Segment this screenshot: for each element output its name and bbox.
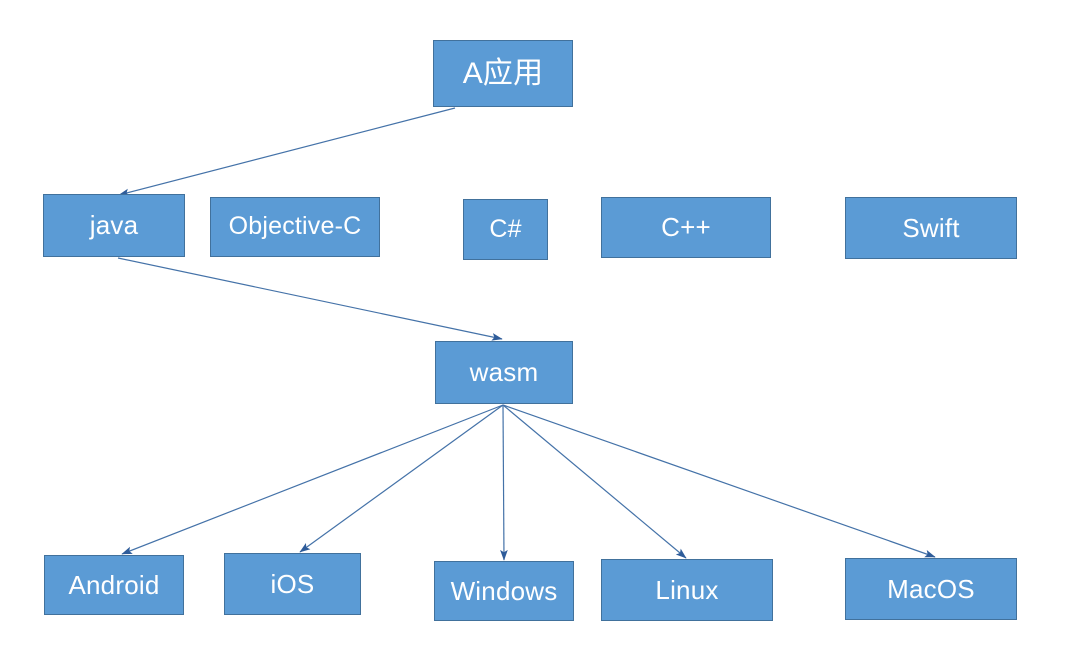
- node-csharp[interactable]: C#: [463, 199, 548, 260]
- node-swift-label: Swift: [902, 212, 960, 243]
- diagram-canvas: A应用 java Objective-C C# C++ Swift wasm Android i…: [0, 0, 1080, 661]
- node-wasm-label: wasm: [469, 357, 539, 388]
- node-linux-label: Linux: [655, 574, 719, 605]
- node-objective-c-label: Objective-C: [228, 212, 362, 241]
- node-java-label: java: [89, 210, 139, 241]
- edge-wasm-to-windows: [500, 404, 508, 561]
- edge-wasm-to-linux: [502, 404, 687, 559]
- node-java[interactable]: java: [43, 194, 185, 257]
- edge-wasm-to-android: [121, 404, 504, 555]
- node-a-application[interactable]: A应用: [433, 40, 573, 107]
- node-linux[interactable]: Linux: [601, 559, 773, 621]
- edge-java-to-wasm: [117, 257, 503, 341]
- node-swift[interactable]: Swift: [845, 197, 1017, 259]
- node-cplusplus[interactable]: C++: [601, 197, 771, 258]
- edge-app-to-java: [118, 107, 456, 197]
- node-android-label: Android: [68, 569, 160, 600]
- node-wasm[interactable]: wasm: [435, 341, 573, 404]
- node-cplusplus-label: C++: [661, 212, 711, 243]
- node-ios[interactable]: iOS: [224, 553, 361, 615]
- node-ios-label: iOS: [270, 568, 315, 599]
- edge-wasm-to-ios: [299, 404, 504, 553]
- edges-group: [117, 107, 936, 561]
- edge-wasm-to-macos: [502, 404, 936, 558]
- node-csharp-label: C#: [489, 214, 522, 243]
- node-objective-c[interactable]: Objective-C: [210, 197, 380, 257]
- node-macos-label: MacOS: [887, 573, 975, 604]
- node-a-application-label: A应用: [462, 57, 544, 90]
- node-android[interactable]: Android: [44, 555, 184, 615]
- node-windows-label: Windows: [450, 575, 558, 606]
- node-windows[interactable]: Windows: [434, 561, 574, 621]
- node-macos[interactable]: MacOS: [845, 558, 1017, 620]
